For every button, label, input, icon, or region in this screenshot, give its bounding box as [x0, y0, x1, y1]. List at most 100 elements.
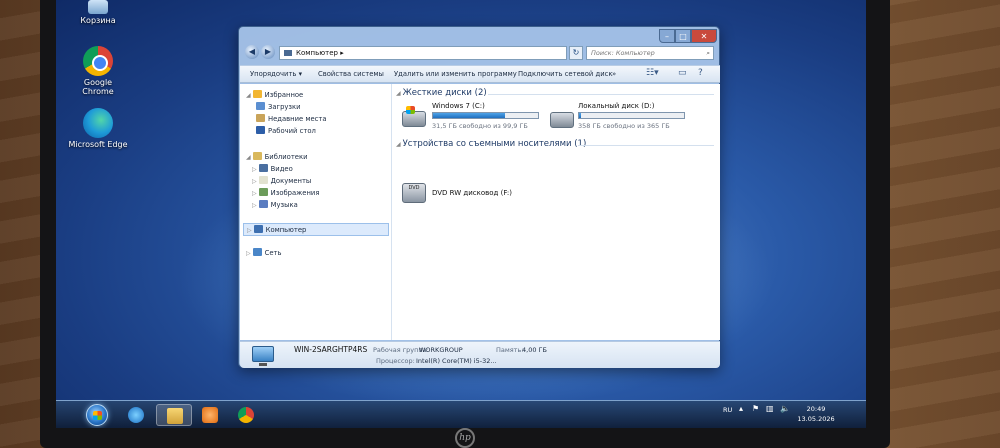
star-icon: [252, 90, 262, 98]
collapse-arrow-icon: ◢: [396, 90, 401, 97]
desktop-icon-label: Google Chrome: [82, 78, 114, 96]
view-options-icon[interactable]: ☷▾: [646, 68, 659, 78]
expand-arrow-icon: ▷: [252, 190, 257, 197]
workgroup-value: WORKGROUP: [419, 346, 463, 354]
libraries-icon: [252, 152, 262, 160]
more-commands-button[interactable]: »: [612, 70, 616, 78]
clock-time: 20:49: [806, 405, 826, 413]
drive-free-space: 31,5 ГБ свободно из 99,9 ГБ: [432, 122, 528, 130]
group-header-hard-drives[interactable]: ◢ Жесткие диски (2): [396, 88, 487, 98]
desktop-icon-edge[interactable]: Microsoft Edge: [68, 108, 128, 149]
close-button[interactable]: ✕: [691, 29, 717, 43]
computer-name: WIN-2SARGHTP4RS: [294, 345, 368, 354]
system-clock[interactable]: 20:49 13.05.2026: [796, 404, 836, 424]
collapse-arrow-icon: ◢: [246, 92, 251, 99]
memory-label: Память:: [496, 346, 524, 354]
navigation-pane: ◢ Избранное Загрузки Недавние места Рабоч…: [240, 84, 392, 340]
action-center-flag-icon[interactable]: ⚑: [752, 404, 759, 413]
title-bar[interactable]: – □ ✕ ◀ ▶ Компьютер ▸ ↻ Поиск: Компьютер…: [239, 27, 719, 63]
drive-usage-bar: [578, 112, 685, 119]
internet-explorer-icon: [128, 407, 144, 423]
sidebar-item-libraries[interactable]: ◢ Библиотеки: [246, 152, 307, 161]
help-icon[interactable]: ?: [698, 68, 703, 78]
sidebar-item-music[interactable]: ▷ Музыка: [252, 200, 298, 209]
cpu-value: Intel(R) Core(TM) i5-32...: [416, 357, 497, 365]
expand-arrow-icon: ▷: [252, 178, 257, 185]
sidebar-item-downloads[interactable]: Загрузки: [256, 102, 301, 111]
system-properties-button[interactable]: Свойства системы: [318, 70, 384, 78]
preview-pane-icon[interactable]: ▭: [678, 68, 687, 78]
pictures-icon: [258, 188, 268, 196]
drive-usage-fill: [579, 113, 582, 118]
explorer-window: – □ ✕ ◀ ▶ Компьютер ▸ ↻ Поиск: Компьютер…: [238, 26, 720, 368]
language-indicator[interactable]: RU: [723, 406, 732, 414]
sidebar-item-desktop[interactable]: Рабочий стол: [256, 126, 316, 135]
chrome-icon: [238, 407, 254, 423]
music-icon: [258, 200, 268, 208]
map-network-drive-button[interactable]: Подключить сетевой диск: [518, 70, 612, 78]
memory-value: 4,00 ГБ: [522, 346, 547, 354]
group-divider: [488, 94, 714, 95]
group-header-removable[interactable]: ◢ Устройства со съемными носителями (1): [396, 139, 586, 149]
sidebar-item-video[interactable]: ▷ Видео: [252, 164, 293, 173]
uninstall-program-button[interactable]: Удалить или изменить программу: [394, 70, 517, 78]
address-bar[interactable]: Компьютер ▸: [279, 46, 567, 60]
sidebar-item-network[interactable]: ▷ Сеть: [246, 248, 282, 257]
sidebar-item-pictures[interactable]: ▷ Изображения: [252, 188, 319, 197]
desktop-icon-chrome[interactable]: Google Chrome: [68, 46, 128, 96]
hard-drive-icon: [550, 112, 574, 128]
network-status-icon[interactable]: ▥: [766, 404, 774, 413]
search-icon: ⌕: [706, 49, 710, 57]
taskbar-explorer-button[interactable]: [156, 404, 192, 426]
desktop-screen: Корзина Google Chrome Microsoft Edge – □…: [56, 0, 866, 428]
content-area: ◢ Жесткие диски (2) Windows 7 (C:) 31,5 Г…: [392, 84, 720, 340]
details-pane: WIN-2SARGHTP4RS Рабочая группа: WORKGROU…: [240, 341, 720, 368]
sidebar-item-documents[interactable]: ▷ Документы: [252, 176, 311, 185]
search-input[interactable]: Поиск: Компьютер ⌕: [586, 46, 714, 60]
desktop-icon-label: Microsoft Edge: [68, 140, 128, 149]
organize-button[interactable]: Упорядочить ▾: [250, 70, 302, 78]
back-button[interactable]: ◀: [245, 45, 259, 59]
recent-places-icon: [256, 114, 265, 122]
minimize-button[interactable]: –: [659, 29, 675, 43]
show-hidden-icons-icon[interactable]: ▴: [739, 404, 743, 413]
computer-icon: [252, 346, 274, 366]
collapse-arrow-icon: ◢: [246, 154, 251, 161]
edge-icon: [83, 108, 113, 138]
address-text: Компьютер: [296, 49, 338, 57]
expand-arrow-icon: ▷: [252, 202, 257, 209]
taskbar-ie-button[interactable]: [118, 404, 154, 426]
downloads-icon: [256, 102, 265, 110]
start-button[interactable]: [86, 404, 108, 426]
taskbar-chrome-button[interactable]: [228, 404, 264, 426]
taskbar: RU ▴ ⚑ ▥ 🔈 20:49 13.05.2026: [56, 400, 866, 428]
desktop-icon: [256, 126, 265, 134]
volume-icon[interactable]: 🔈: [780, 404, 790, 413]
maximize-button[interactable]: □: [675, 29, 691, 43]
expand-arrow-icon: ▷: [246, 250, 251, 257]
drive-name: DVD RW дисковод (F:): [432, 189, 512, 197]
sidebar-item-recent[interactable]: Недавние места: [256, 114, 327, 123]
mouse-cursor-icon: [491, 287, 503, 301]
chrome-icon: [83, 46, 113, 76]
windows-explorer-icon: [167, 408, 183, 424]
drive-name: Локальный диск (D:): [578, 102, 655, 110]
sidebar-item-favorites[interactable]: ◢ Избранное: [246, 90, 303, 99]
group-divider: [578, 145, 714, 146]
hp-logo: hp: [455, 428, 475, 448]
desktop-icon-recycle-bin[interactable]: Корзина: [68, 0, 128, 25]
refresh-button[interactable]: ↻: [569, 46, 583, 60]
sidebar-item-computer[interactable]: ▷ Компьютер: [243, 223, 389, 236]
dvd-drive-icon: DVD: [402, 183, 426, 203]
drive-usage-bar: [432, 112, 539, 119]
drive-usage-fill: [433, 113, 505, 118]
computer-icon: [284, 50, 292, 56]
desktop-icon-label: Корзина: [80, 16, 116, 25]
collapse-arrow-icon: ◢: [396, 141, 401, 148]
drive-name: Windows 7 (C:): [432, 102, 485, 110]
media-player-icon: [202, 407, 218, 423]
forward-button[interactable]: ▶: [261, 45, 275, 59]
drive-free-space: 358 ГБ свободно из 365 ГБ: [578, 122, 670, 130]
documents-icon: [258, 176, 268, 184]
taskbar-media-player-button[interactable]: [192, 404, 228, 426]
